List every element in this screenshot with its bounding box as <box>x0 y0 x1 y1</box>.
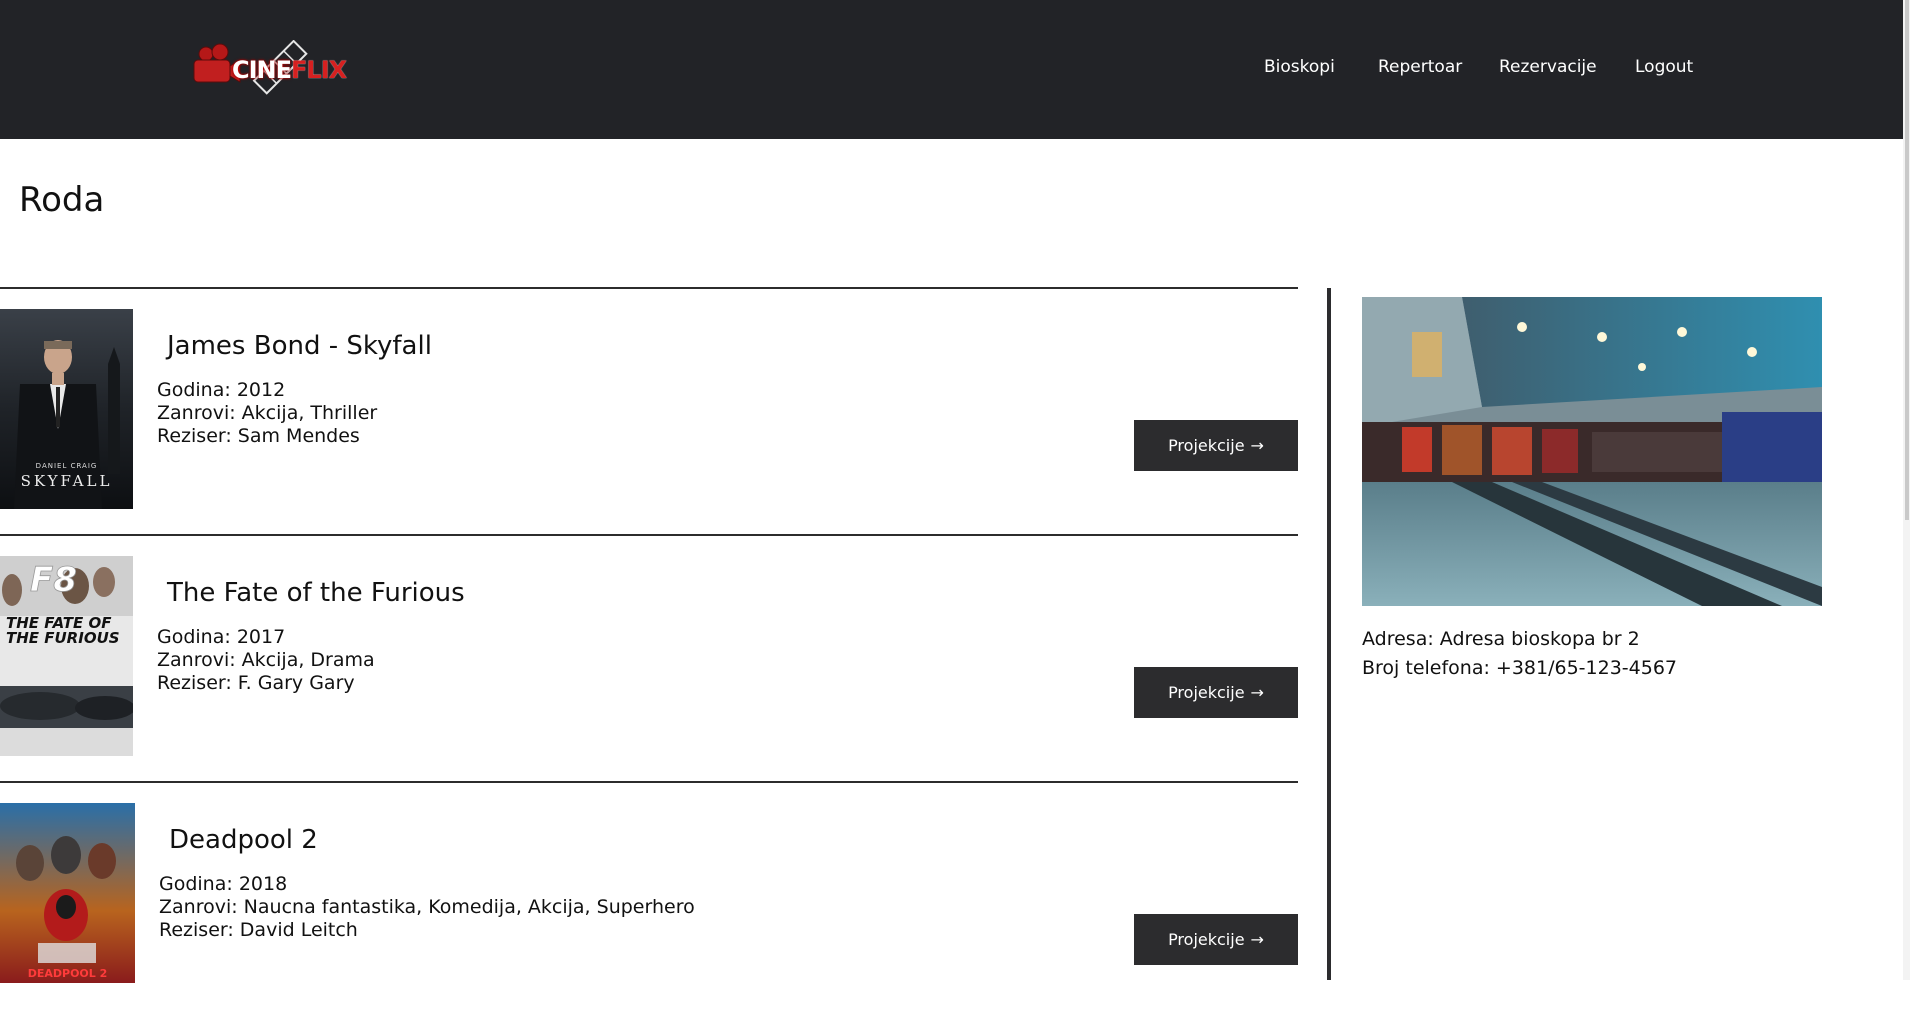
movie-genres: Zanrovi: Akcija, Thriller <box>157 402 378 424</box>
projekcije-button-label: Projekcije <box>1168 930 1245 949</box>
projekcije-button[interactable]: Projekcije → <box>1134 914 1298 965</box>
movie-director: Reziser: F. Gary Gary <box>157 672 355 694</box>
svg-text:F8: F8 <box>30 560 77 600</box>
nav-link-repertoar[interactable]: Repertoar <box>1378 57 1462 77</box>
poster-actor-label: DANIEL CRAIG <box>35 462 98 470</box>
movie-year: Godina: 2012 <box>157 379 286 401</box>
movie-info: Godina: 2017 Zanrovi: Akcija, Drama Rezi… <box>157 626 375 695</box>
arrow-right-icon: → <box>1250 683 1264 702</box>
poster-title-label: THE FATE OF THE FURIOUS <box>6 614 120 647</box>
movie-genres: Zanrovi: Akcija, Drama <box>157 649 375 671</box>
vertical-divider <box>1327 288 1331 980</box>
nav-link-bioskopi[interactable]: Bioskopi <box>1264 57 1335 77</box>
movie-title: Deadpool 2 <box>169 825 318 855</box>
movie-info: Godina: 2018 Zanrovi: Naucna fantastika,… <box>159 873 695 942</box>
movie-year: Godina: 2017 <box>157 626 286 648</box>
cinema-info: Adresa: Adresa bioskopa br 2 Broj telefo… <box>1362 625 1677 683</box>
logo-word-main: CINE <box>232 56 292 84</box>
nav-link-rezervacije[interactable]: Rezervacije <box>1499 57 1597 77</box>
logo-text: CINEFLIX <box>232 56 347 84</box>
movie-info: Godina: 2012 Zanrovi: Akcija, Thriller R… <box>157 379 377 448</box>
movie-poster-fate-of-the-furious[interactable]: F8 THE FATE OF THE FURIOUS <box>0 556 133 756</box>
scrollbar-thumb[interactable] <box>1905 0 1909 520</box>
projekcije-button-label: Projekcije <box>1168 683 1245 702</box>
movie-row: F8 THE FATE OF THE FURIOUS The Fate of t… <box>0 534 1298 781</box>
logo-word-accent: FLIX <box>291 56 347 84</box>
movie-year: Godina: 2018 <box>159 873 288 895</box>
poster-title-label: DEADPOOL 2 <box>27 967 108 980</box>
movie-poster-deadpool-2[interactable]: DEADPOOL 2 <box>0 803 135 983</box>
movie-director: Reziser: David Leitch <box>159 919 358 941</box>
projekcije-button-label: Projekcije <box>1168 436 1245 455</box>
page-title: Roda <box>19 180 105 220</box>
nav-link-logout[interactable]: Logout <box>1635 57 1693 77</box>
movie-list: DANIEL CRAIG SKYFALL James Bond - Skyfal… <box>0 287 1298 1028</box>
movie-genres: Zanrovi: Naucna fantastika, Komedija, Ak… <box>159 896 695 918</box>
movie-poster-skyfall[interactable]: DANIEL CRAIG SKYFALL <box>0 309 133 509</box>
projekcije-button[interactable]: Projekcije → <box>1134 420 1298 471</box>
cinema-photo <box>1362 297 1822 606</box>
poster-title-label: SKYFALL <box>20 472 113 490</box>
movie-director: Reziser: Sam Mendes <box>157 425 360 447</box>
cinema-phone: Broj telefona: +381/65-123-4567 <box>1362 657 1678 679</box>
cinema-address: Adresa: Adresa bioskopa br 2 <box>1362 628 1640 650</box>
movie-title: James Bond - Skyfall <box>167 331 432 361</box>
cineflix-logo[interactable]: CINEFLIX <box>190 39 347 100</box>
movie-title: The Fate of the Furious <box>167 578 465 608</box>
arrow-right-icon: → <box>1250 930 1264 949</box>
projekcije-button[interactable]: Projekcije → <box>1134 667 1298 718</box>
navbar: CINEFLIX Bioskopi Repertoar Rezervacije … <box>0 0 1903 139</box>
movie-row: DANIEL CRAIG SKYFALL James Bond - Skyfal… <box>0 287 1298 534</box>
movie-row: DEADPOOL 2 Deadpool 2 Godina: 2018 Zanro… <box>0 781 1298 1028</box>
arrow-right-icon: → <box>1250 436 1264 455</box>
